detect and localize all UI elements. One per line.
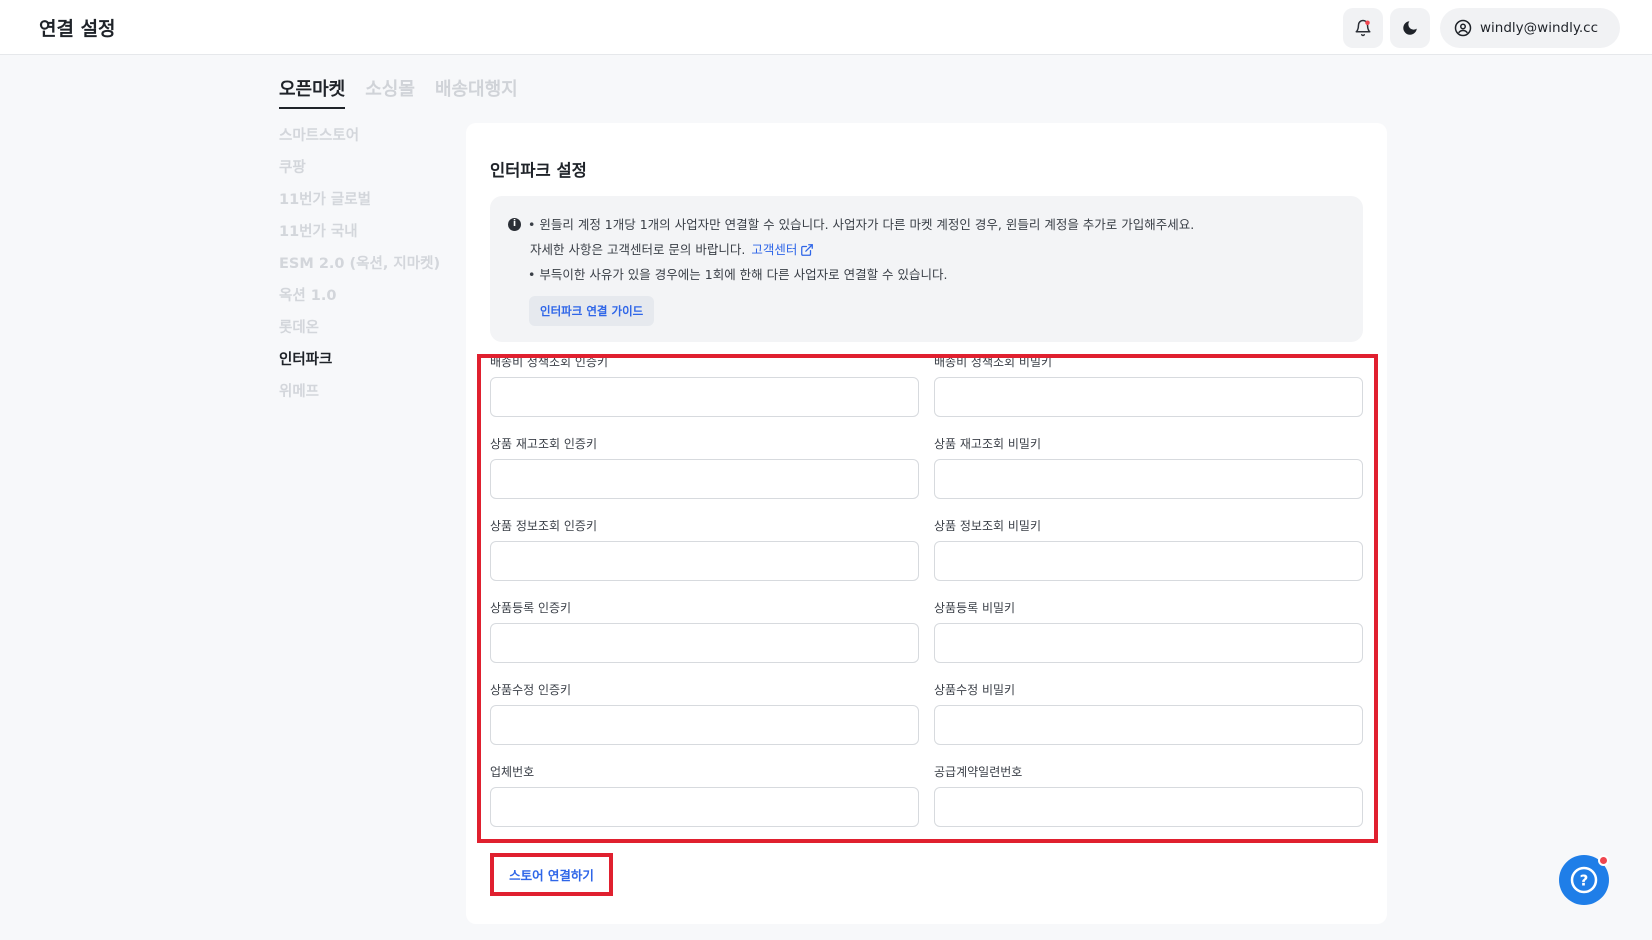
sidebar-item-smartstore[interactable]: 스마트스토어 xyxy=(279,126,440,158)
stock-auth-key-input[interactable] xyxy=(490,459,919,499)
market-sidebar: 스마트스토어 쿠팡 11번가 글로벌 11번가 국내 ESM 2.0 (옥션, … xyxy=(279,126,440,414)
field-label: 상품 재고조회 인증키 xyxy=(490,437,597,451)
field-label: 상품수정 인증키 xyxy=(490,683,572,697)
sidebar-item-auction[interactable]: 옥션 1.0 xyxy=(279,286,440,318)
sidebar-item-wemakeprice[interactable]: 위메프 xyxy=(279,382,440,414)
svg-text:?: ? xyxy=(1580,872,1589,890)
field-product-update-auth-key: 상품수정 인증키 xyxy=(490,681,919,745)
sidebar-item-interpark[interactable]: 인터파크 xyxy=(279,350,440,382)
notification-button[interactable] xyxy=(1343,8,1383,48)
user-menu-button[interactable]: windly@windly.cc xyxy=(1440,8,1620,48)
field-company-number: 업체번호 xyxy=(490,763,919,827)
tab-shipping-agent[interactable]: 배송대행지 xyxy=(435,75,518,109)
supply-contract-number-input[interactable] xyxy=(934,787,1363,827)
user-email: windly@windly.cc xyxy=(1480,20,1599,36)
info-line-1: • 윈들리 계정 1개당 1개의 사업자만 연결할 수 있습니다. 사업자가 다… xyxy=(528,217,1195,232)
field-shipping-policy-secret-key: 배송비 정책조회 비밀키 xyxy=(934,353,1363,417)
product-register-secret-key-input[interactable] xyxy=(934,623,1363,663)
info-icon: i xyxy=(508,218,521,231)
help-notification-dot xyxy=(1598,855,1609,866)
product-update-secret-key-input[interactable] xyxy=(934,705,1363,745)
sidebar-item-11st-global[interactable]: 11번가 글로벌 xyxy=(279,190,440,222)
sidebar-item-11st-domestic[interactable]: 11번가 국내 xyxy=(279,222,440,254)
field-supply-contract-number: 공급계약일련번호 xyxy=(934,763,1363,827)
field-label: 상품등록 인증키 xyxy=(490,601,572,615)
sidebar-item-esm[interactable]: ESM 2.0 (옥션, 지마켓) xyxy=(279,254,440,286)
sidebar-item-coupang[interactable]: 쿠팡 xyxy=(279,158,440,190)
stock-secret-key-input[interactable] xyxy=(934,459,1363,499)
external-link-icon xyxy=(801,244,814,256)
field-label: 배송비 정책조회 인증키 xyxy=(490,355,609,369)
field-label: 상품 정보조회 비밀키 xyxy=(934,519,1041,533)
category-tabs: 오픈마켓 소싱몰 배송대행지 xyxy=(279,75,518,109)
field-product-info-auth-key: 상품 정보조회 인증키 xyxy=(490,517,919,581)
top-bar: 연결 설정 windly@windly.cc xyxy=(0,0,1652,55)
user-circle-icon xyxy=(1454,19,1472,37)
field-stock-secret-key: 상품 재고조회 비밀키 xyxy=(934,435,1363,499)
field-product-register-secret-key: 상품등록 비밀키 xyxy=(934,599,1363,663)
customer-center-link-label: 고객센터 xyxy=(751,242,798,257)
product-register-auth-key-input[interactable] xyxy=(490,623,919,663)
info-line-2: 자세한 사항은 고객센터로 문의 바랍니다. 고객센터 xyxy=(530,239,814,258)
field-label: 배송비 정책조회 비밀키 xyxy=(934,355,1053,369)
field-label: 상품 정보조회 인증키 xyxy=(490,519,597,533)
help-button[interactable]: ? xyxy=(1559,855,1609,905)
field-label: 공급계약일련번호 xyxy=(934,765,1023,779)
page-title: 연결 설정 xyxy=(39,18,116,40)
question-icon: ? xyxy=(1570,866,1598,894)
sidebar-item-lotteon[interactable]: 롯데온 xyxy=(279,318,440,350)
interpark-guide-button[interactable]: 인터파크 연결 가이드 xyxy=(529,296,655,326)
field-product-info-secret-key: 상품 정보조회 비밀키 xyxy=(934,517,1363,581)
connect-store-button[interactable]: 스토어 연결하기 xyxy=(490,853,613,896)
shipping-policy-secret-key-input[interactable] xyxy=(934,377,1363,417)
customer-center-link[interactable]: 고객센터 xyxy=(751,242,814,257)
field-shipping-policy-auth-key: 배송비 정책조회 인증키 xyxy=(490,353,919,417)
info-line-3: • 부득이한 사유가 있을 경우에는 1회에 한해 다른 사업자로 연결할 수 … xyxy=(528,267,948,282)
shipping-policy-auth-key-input[interactable] xyxy=(490,377,919,417)
product-info-auth-key-input[interactable] xyxy=(490,541,919,581)
moon-icon xyxy=(1403,21,1417,35)
field-stock-auth-key: 상품 재고조회 인증키 xyxy=(490,435,919,499)
field-label: 업체번호 xyxy=(490,765,535,779)
company-number-input[interactable] xyxy=(490,787,919,827)
settings-card: 인터파크 설정 i • 윈들리 계정 1개당 1개의 사업자만 연결할 수 있습… xyxy=(466,123,1387,924)
product-info-secret-key-input[interactable] xyxy=(934,541,1363,581)
theme-toggle-button[interactable] xyxy=(1390,8,1430,48)
field-label: 상품등록 비밀키 xyxy=(934,601,1016,615)
field-label: 상품 재고조회 비밀키 xyxy=(934,437,1041,451)
field-product-register-auth-key: 상품등록 인증키 xyxy=(490,599,919,663)
settings-title: 인터파크 설정 xyxy=(490,161,587,180)
bell-icon xyxy=(1355,19,1371,37)
tab-openmarket[interactable]: 오픈마켓 xyxy=(279,75,346,109)
product-update-auth-key-input[interactable] xyxy=(490,705,919,745)
field-label: 상품수정 비밀키 xyxy=(934,683,1016,697)
field-product-update-secret-key: 상품수정 비밀키 xyxy=(934,681,1363,745)
info-notice: i • 윈들리 계정 1개당 1개의 사업자만 연결할 수 있습니다. 사업자가… xyxy=(490,196,1363,342)
tab-sourcing-mall[interactable]: 소싱몰 xyxy=(365,75,415,109)
info-line-2-text: 자세한 사항은 고객센터로 문의 바랍니다. xyxy=(530,242,746,257)
